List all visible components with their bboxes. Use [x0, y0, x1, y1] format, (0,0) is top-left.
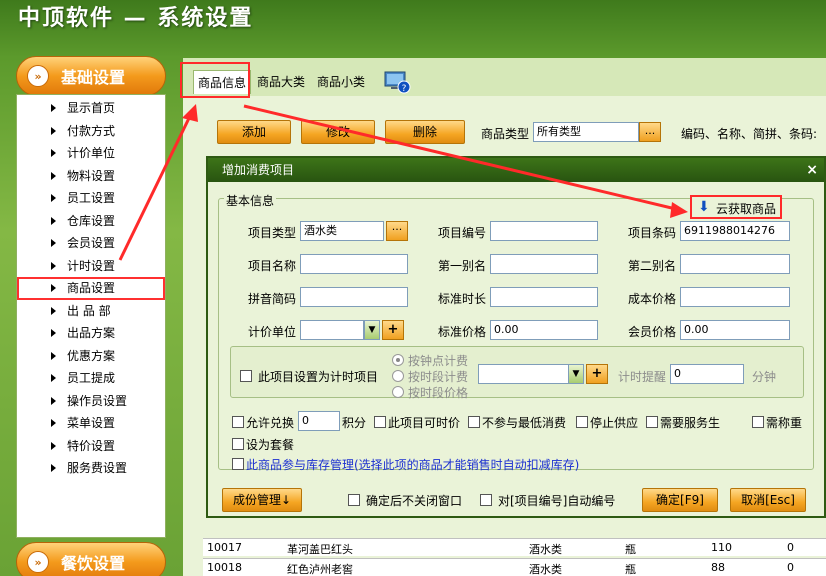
- arrowhead-icon: [670, 202, 688, 218]
- arrowhead-icon: [182, 104, 198, 122]
- arrow-to-tab: [118, 111, 194, 261]
- arrow-to-cloud-button: [243, 104, 681, 212]
- annotation-arrows: [118, 104, 688, 261]
